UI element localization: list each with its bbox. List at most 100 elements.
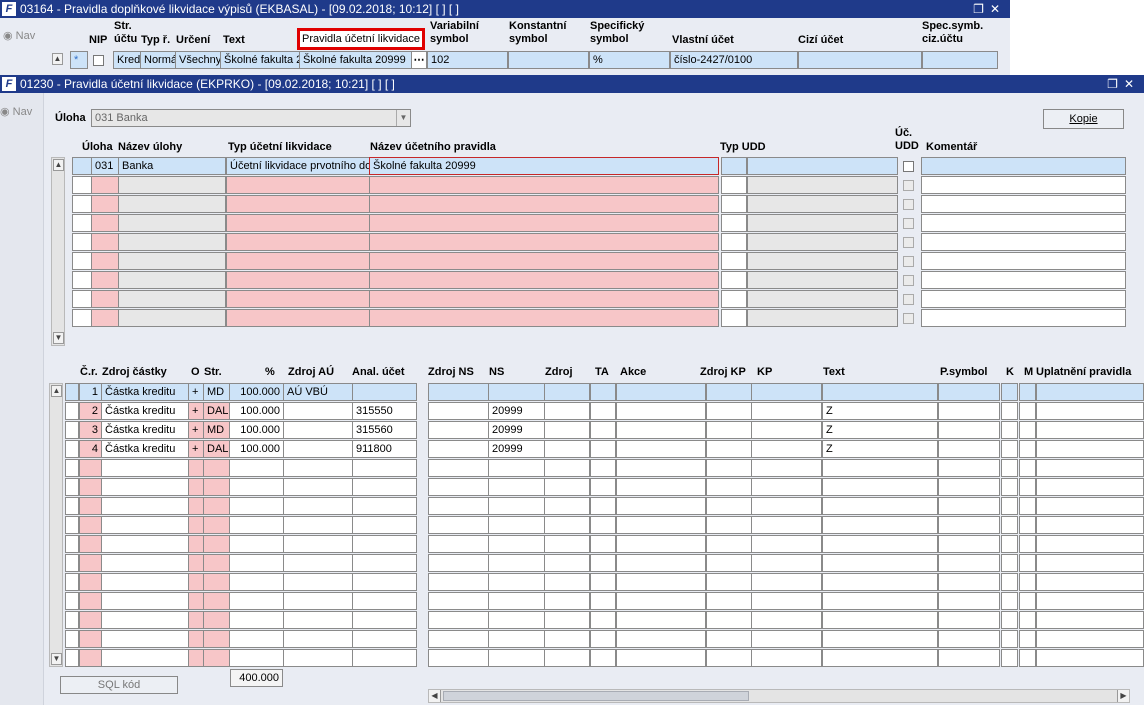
field-zdroj-kp[interactable] — [706, 383, 752, 401]
field-str[interactable]: DAL — [203, 402, 230, 420]
field-pct[interactable]: 100.000 — [229, 421, 284, 439]
field-akce[interactable] — [616, 459, 706, 477]
field-anal-ucet[interactable] — [352, 497, 417, 515]
field-zdroj-kp[interactable] — [706, 440, 752, 458]
nav-toggle[interactable]: ◉ Nav — [3, 29, 35, 42]
field-ta[interactable] — [590, 516, 616, 534]
field-akce[interactable] — [616, 630, 706, 648]
field-uplatneni[interactable] — [1036, 649, 1144, 667]
field-str[interactable] — [203, 497, 230, 515]
field-psymbol[interactable] — [938, 611, 1000, 629]
field-zdroj-au[interactable] — [283, 402, 353, 420]
field-typ-likvidace[interactable]: Účetní likvidace prvotního do — [226, 157, 370, 175]
field-udd-desc[interactable] — [747, 176, 898, 194]
upper-scrollbar[interactable]: ▲ ▼ — [51, 157, 65, 346]
field-udd-desc[interactable] — [747, 157, 898, 175]
field-nazev-ulohy[interactable] — [118, 214, 226, 232]
field-akce[interactable] — [616, 402, 706, 420]
field-ns[interactable] — [488, 573, 545, 591]
field-zdroj-au[interactable] — [283, 611, 353, 629]
scroll-up-icon[interactable]: ▲ — [52, 53, 63, 65]
field-k[interactable] — [1001, 535, 1018, 553]
horizontal-scrollbar[interactable]: ◀ ▶ — [428, 689, 1130, 703]
field-o[interactable] — [188, 611, 204, 629]
field-komentar[interactable] — [921, 309, 1126, 327]
field-psymbol[interactable] — [938, 573, 1000, 591]
field-akce[interactable] — [616, 611, 706, 629]
uc-udd-checkbox[interactable] — [903, 275, 914, 286]
field-zdroj[interactable] — [544, 554, 590, 572]
field-o[interactable] — [188, 535, 204, 553]
field-ns[interactable]: 20999 — [488, 440, 545, 458]
field-psymbol[interactable] — [938, 459, 1000, 477]
field-str[interactable] — [203, 459, 230, 477]
field-zdroj-ns[interactable] — [428, 383, 489, 401]
field-zdroj[interactable] — [544, 516, 590, 534]
field-zdroj-ns[interactable] — [428, 421, 489, 439]
field-cr[interactable]: 1 — [79, 383, 102, 401]
field-text[interactable]: Z — [822, 440, 938, 458]
field-zdroj-ns[interactable] — [428, 554, 489, 572]
field-uplatneni[interactable] — [1036, 554, 1144, 572]
field-typ-udd[interactable] — [721, 176, 747, 194]
field-pct[interactable] — [229, 497, 284, 515]
field-komentar[interactable] — [921, 252, 1126, 270]
field-k[interactable] — [1001, 478, 1018, 496]
field-m[interactable] — [1019, 459, 1036, 477]
field-k[interactable] — [1001, 421, 1018, 439]
field-m[interactable] — [1019, 383, 1036, 401]
chevron-down-icon[interactable]: ▼ — [396, 110, 410, 126]
field-cr[interactable] — [79, 630, 102, 648]
field-k[interactable] — [1001, 440, 1018, 458]
field-uplatneni[interactable] — [1036, 402, 1144, 420]
uc-udd-checkbox[interactable] — [903, 313, 914, 324]
field-str-uctu[interactable]: Kred — [113, 51, 141, 69]
field-ns[interactable] — [488, 459, 545, 477]
field-o[interactable]: + — [188, 421, 204, 439]
field-specificky[interactable]: % — [589, 51, 670, 69]
field-zdroj-castky[interactable] — [101, 649, 189, 667]
field-ns[interactable] — [488, 478, 545, 496]
row-indicator[interactable] — [65, 611, 79, 629]
field-akce[interactable] — [616, 554, 706, 572]
nip-checkbox[interactable] — [93, 55, 104, 66]
field-zdroj-castky[interactable] — [101, 478, 189, 496]
field-o[interactable] — [188, 592, 204, 610]
field-m[interactable] — [1019, 535, 1036, 553]
field-komentar[interactable] — [921, 214, 1126, 232]
field-typ-likvidace[interactable] — [226, 176, 370, 194]
field-kp[interactable] — [751, 516, 822, 534]
field-akce[interactable] — [616, 421, 706, 439]
field-str[interactable] — [203, 611, 230, 629]
field-zdroj-kp[interactable] — [706, 611, 752, 629]
field-m[interactable] — [1019, 630, 1036, 648]
field-nazev-ulohy[interactable] — [118, 290, 226, 308]
field-anal-ucet[interactable] — [352, 611, 417, 629]
field-psymbol[interactable] — [938, 497, 1000, 515]
field-k[interactable] — [1001, 611, 1018, 629]
field-text[interactable] — [822, 516, 938, 534]
field-text[interactable] — [822, 497, 938, 515]
field-typ-udd[interactable] — [721, 290, 747, 308]
field-anal-ucet[interactable]: 315550 — [352, 402, 417, 420]
field-nazev-ulohy[interactable] — [118, 176, 226, 194]
field-ta[interactable] — [590, 649, 616, 667]
field-psymbol[interactable] — [938, 478, 1000, 496]
field-zdroj-kp[interactable] — [706, 554, 752, 572]
field-pct[interactable] — [229, 573, 284, 591]
field-ta[interactable] — [590, 630, 616, 648]
field-udd-desc[interactable] — [747, 309, 898, 327]
row-indicator[interactable] — [72, 233, 92, 251]
close-icon[interactable]: ✕ — [990, 2, 1006, 16]
field-psymbol[interactable] — [938, 554, 1000, 572]
field-text[interactable] — [822, 573, 938, 591]
field-uloha[interactable] — [91, 271, 119, 289]
field-cr[interactable] — [79, 459, 102, 477]
field-psymbol[interactable] — [938, 535, 1000, 553]
field-ta[interactable] — [590, 554, 616, 572]
field-ns[interactable] — [488, 630, 545, 648]
field-udd-desc[interactable] — [747, 290, 898, 308]
field-anal-ucet[interactable] — [352, 478, 417, 496]
field-zdroj-kp[interactable] — [706, 573, 752, 591]
field-str[interactable] — [203, 573, 230, 591]
